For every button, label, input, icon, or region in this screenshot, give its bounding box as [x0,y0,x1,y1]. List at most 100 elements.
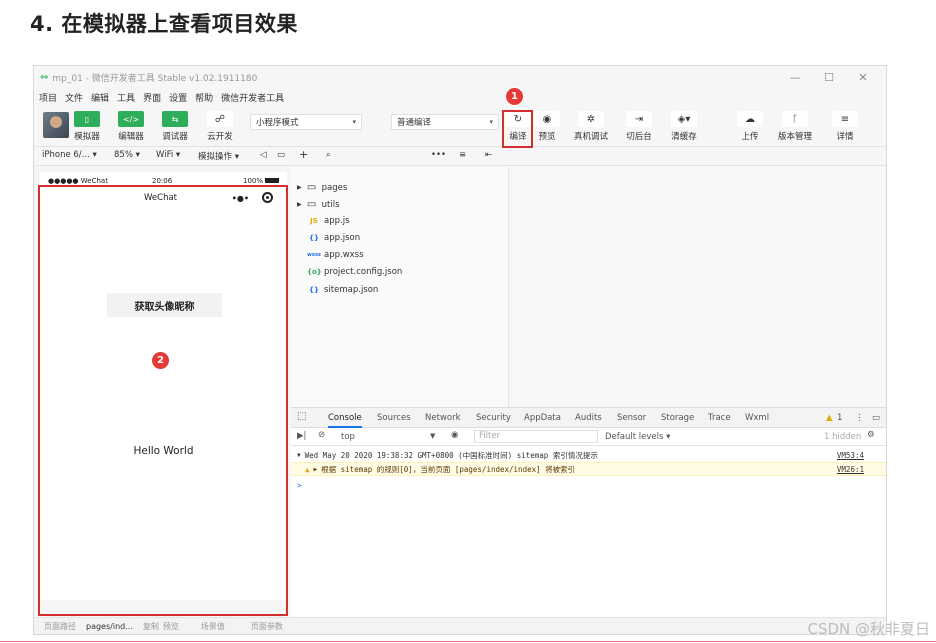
tree-item-label: app.wxss [324,250,364,260]
switch-icon: ⇥ [626,111,652,127]
chevron-down-icon[interactable]: ▼ [430,432,435,440]
page-params-label[interactable]: 页面参数 [251,621,283,632]
inspect-icon[interactable]: ⬚ [297,411,306,422]
cloud-upload-icon: ☁ [737,111,763,127]
compile-select[interactable]: 普通编译 ▾ [391,114,499,130]
maximize-button[interactable]: ☐ [812,71,846,84]
tree-file-project-config[interactable]: {o} project.config.json [307,267,402,277]
cloud-link-icon: ☍ [207,111,233,127]
cloud-dev-button[interactable]: ☍ 云开发 [207,111,233,142]
device-select[interactable]: iPhone 6/... ▾ [42,150,97,160]
phone-time: 20:06 [152,177,173,185]
more-icon[interactable]: ••• [431,150,446,160]
undock-icon[interactable]: ▭ [872,413,880,423]
avatar[interactable] [43,112,69,138]
watermark: CSDN @秋非夏日 [807,620,930,638]
clear-console-icon[interactable]: ⊘ [318,430,325,440]
mode-select[interactable]: 小程序模式 ▾ [250,114,362,130]
debug-icon: ⇆ [162,111,188,127]
close-button[interactable]: ✕ [846,71,880,84]
tab-security[interactable]: Security [476,413,511,423]
tab-trace[interactable]: Trace [708,413,731,423]
clear-cache-button[interactable]: ◈▾ 清缓存 [671,111,697,142]
menu-item-view[interactable]: 界面 [143,91,161,104]
remote-debug-button[interactable]: ✲ 真机调试 [574,111,608,142]
sidebar-toggle-icon[interactable]: ▶| [297,431,306,441]
tab-sensor[interactable]: Sensor [617,413,646,423]
preview-button[interactable]: ◉ 预览 [534,111,560,142]
details-label: 详情 [836,132,854,142]
background-button[interactable]: ⇥ 切后台 [626,111,652,142]
tab-console[interactable]: Console [328,413,362,428]
tab-audits[interactable]: Audits [575,413,602,423]
window-controls: — ☐ ✕ [778,66,880,88]
tree-file-app-wxss[interactable]: wxss app.wxss [307,250,364,260]
menu-item-devtools[interactable]: 微信开发者工具 [221,91,284,104]
menu-item-project[interactable]: 项目 [39,91,57,104]
console-prompt[interactable]: > [291,478,886,492]
debugger-toggle-button[interactable]: ⇆ 调试器 [162,111,188,142]
debugger-label: 调试器 [162,132,188,142]
context-select[interactable]: top [341,432,355,442]
simulator-highlight-box [38,185,288,616]
tree-item-label: pages [321,182,348,193]
volume-icon[interactable]: ◁ [260,150,267,160]
menu-item-settings[interactable]: 设置 [169,91,187,104]
tree-file-app-json[interactable]: {} app.json [307,233,360,243]
editor-area[interactable] [510,167,886,407]
tree-file-sitemap-json[interactable]: {} sitemap.json [307,285,378,295]
editor-toggle-button[interactable]: </> 编辑器 [118,111,144,142]
add-icon[interactable]: + [299,148,308,161]
menu-item-edit[interactable]: 编辑 [91,91,109,104]
menu-item-help[interactable]: 帮助 [195,91,213,104]
simulate-op-select[interactable]: 模拟操作 ▾ [198,150,239,162]
json-file-icon: {} [309,234,319,242]
tab-sources[interactable]: Sources [377,413,411,423]
log-levels-select[interactable]: Default levels ▾ [605,432,670,442]
tree-item-label: app.js [324,216,350,226]
console-warning-line: ▲ ▶ 根据 sitemap 的规则[0]，当前页面 [pages/index/… [291,462,886,476]
tree-item-label: utils [321,199,340,210]
preview-link[interactable]: 预览 [163,621,179,632]
gear-icon[interactable]: ⚙ [867,430,875,440]
kebab-menu-icon[interactable]: ⋮ [855,413,864,423]
scene-label[interactable]: 场景值 [201,621,225,632]
tab-wxml[interactable]: Wxml [745,413,769,423]
cloud-label: 云开发 [207,132,233,142]
version-button[interactable]: ᚴ 版本管理 [778,111,812,142]
network-select[interactable]: WiFi ▾ [156,150,180,160]
popout-icon[interactable]: ▭ [277,150,285,160]
minimize-button[interactable]: — [778,71,812,84]
search-icon[interactable]: ⌕ [326,150,331,160]
tree-folder-utils[interactable]: ▶ ▭ utils [297,199,340,210]
tree-folder-pages[interactable]: ▶ ▭ pages [297,182,347,193]
eye-icon[interactable]: ◉ [451,430,458,440]
remote-debug-label: 真机调试 [574,132,609,142]
chevron-right-icon: ▶ [297,184,302,191]
simulator-toggle-button[interactable]: ▯ 模拟器 [74,111,100,142]
sort-icon[interactable]: ≡ [459,150,466,160]
source-link[interactable]: VM26:1 [837,465,864,474]
branch-icon: ᚴ [782,111,808,127]
wxss-file-icon: wxss [307,252,321,258]
annotation-badge-1: 1 [506,88,523,105]
tab-storage[interactable]: Storage [661,413,694,423]
collapse-icon[interactable]: ⇤ [485,150,492,160]
mode-select-value: 小程序模式 [256,118,299,128]
menu-item-file[interactable]: 文件 [65,91,83,104]
chevron-right-icon[interactable]: ▶ [314,466,318,473]
warning-icon[interactable]: ▲ [826,413,833,423]
chevron-right-icon: ▶ [297,201,302,208]
details-button[interactable]: ≡ 详情 [832,111,858,142]
tree-file-app-js[interactable]: JS app.js [307,216,350,226]
tab-network[interactable]: Network [425,413,461,423]
zoom-select[interactable]: 85% ▾ [114,150,140,160]
chevron-down-icon: ▾ [489,118,493,126]
console-filter-input[interactable]: Filter [474,430,598,443]
chevron-down-icon[interactable]: ▼ [297,452,301,459]
upload-button[interactable]: ☁ 上传 [737,111,763,142]
menu-item-tools[interactable]: 工具 [117,91,135,104]
source-link[interactable]: VM53:4 [837,451,864,460]
copy-link[interactable]: 复制 [143,621,159,632]
tab-appdata[interactable]: AppData [524,413,561,423]
